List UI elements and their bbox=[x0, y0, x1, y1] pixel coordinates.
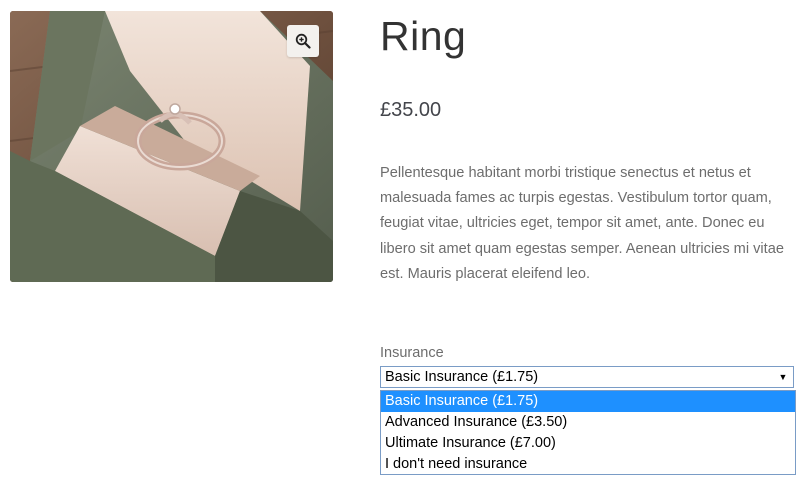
product-description: Pellentesque habitant morbi tristique se… bbox=[380, 165, 784, 282]
dropdown-arrow-icon: ▼ bbox=[778, 372, 788, 382]
ring-in-box-photo bbox=[10, 11, 333, 282]
product-price: £35.00 bbox=[380, 99, 442, 121]
insurance-option-ultimate[interactable]: Ultimate Insurance (£7.00) bbox=[381, 433, 795, 454]
zoom-in-icon bbox=[295, 33, 311, 49]
insurance-options-list: Basic Insurance (£1.75) Advanced Insuran… bbox=[380, 390, 796, 475]
insurance-label: Insurance bbox=[380, 345, 444, 361]
product-image[interactable] bbox=[10, 11, 333, 282]
product-page: Ring £35.00 Pellentesque habitant morbi … bbox=[0, 0, 809, 486]
insurance-option-advanced[interactable]: Advanced Insurance (£3.50) bbox=[381, 412, 795, 433]
insurance-select[interactable]: Basic Insurance (£1.75) ▼ bbox=[380, 366, 794, 388]
zoom-button[interactable] bbox=[287, 25, 319, 57]
insurance-option-none[interactable]: I don't need insurance bbox=[381, 454, 795, 475]
insurance-option-basic[interactable]: Basic Insurance (£1.75) bbox=[381, 391, 795, 412]
insurance-select-value: Basic Insurance (£1.75) bbox=[385, 369, 539, 385]
product-title: Ring bbox=[380, 13, 467, 59]
